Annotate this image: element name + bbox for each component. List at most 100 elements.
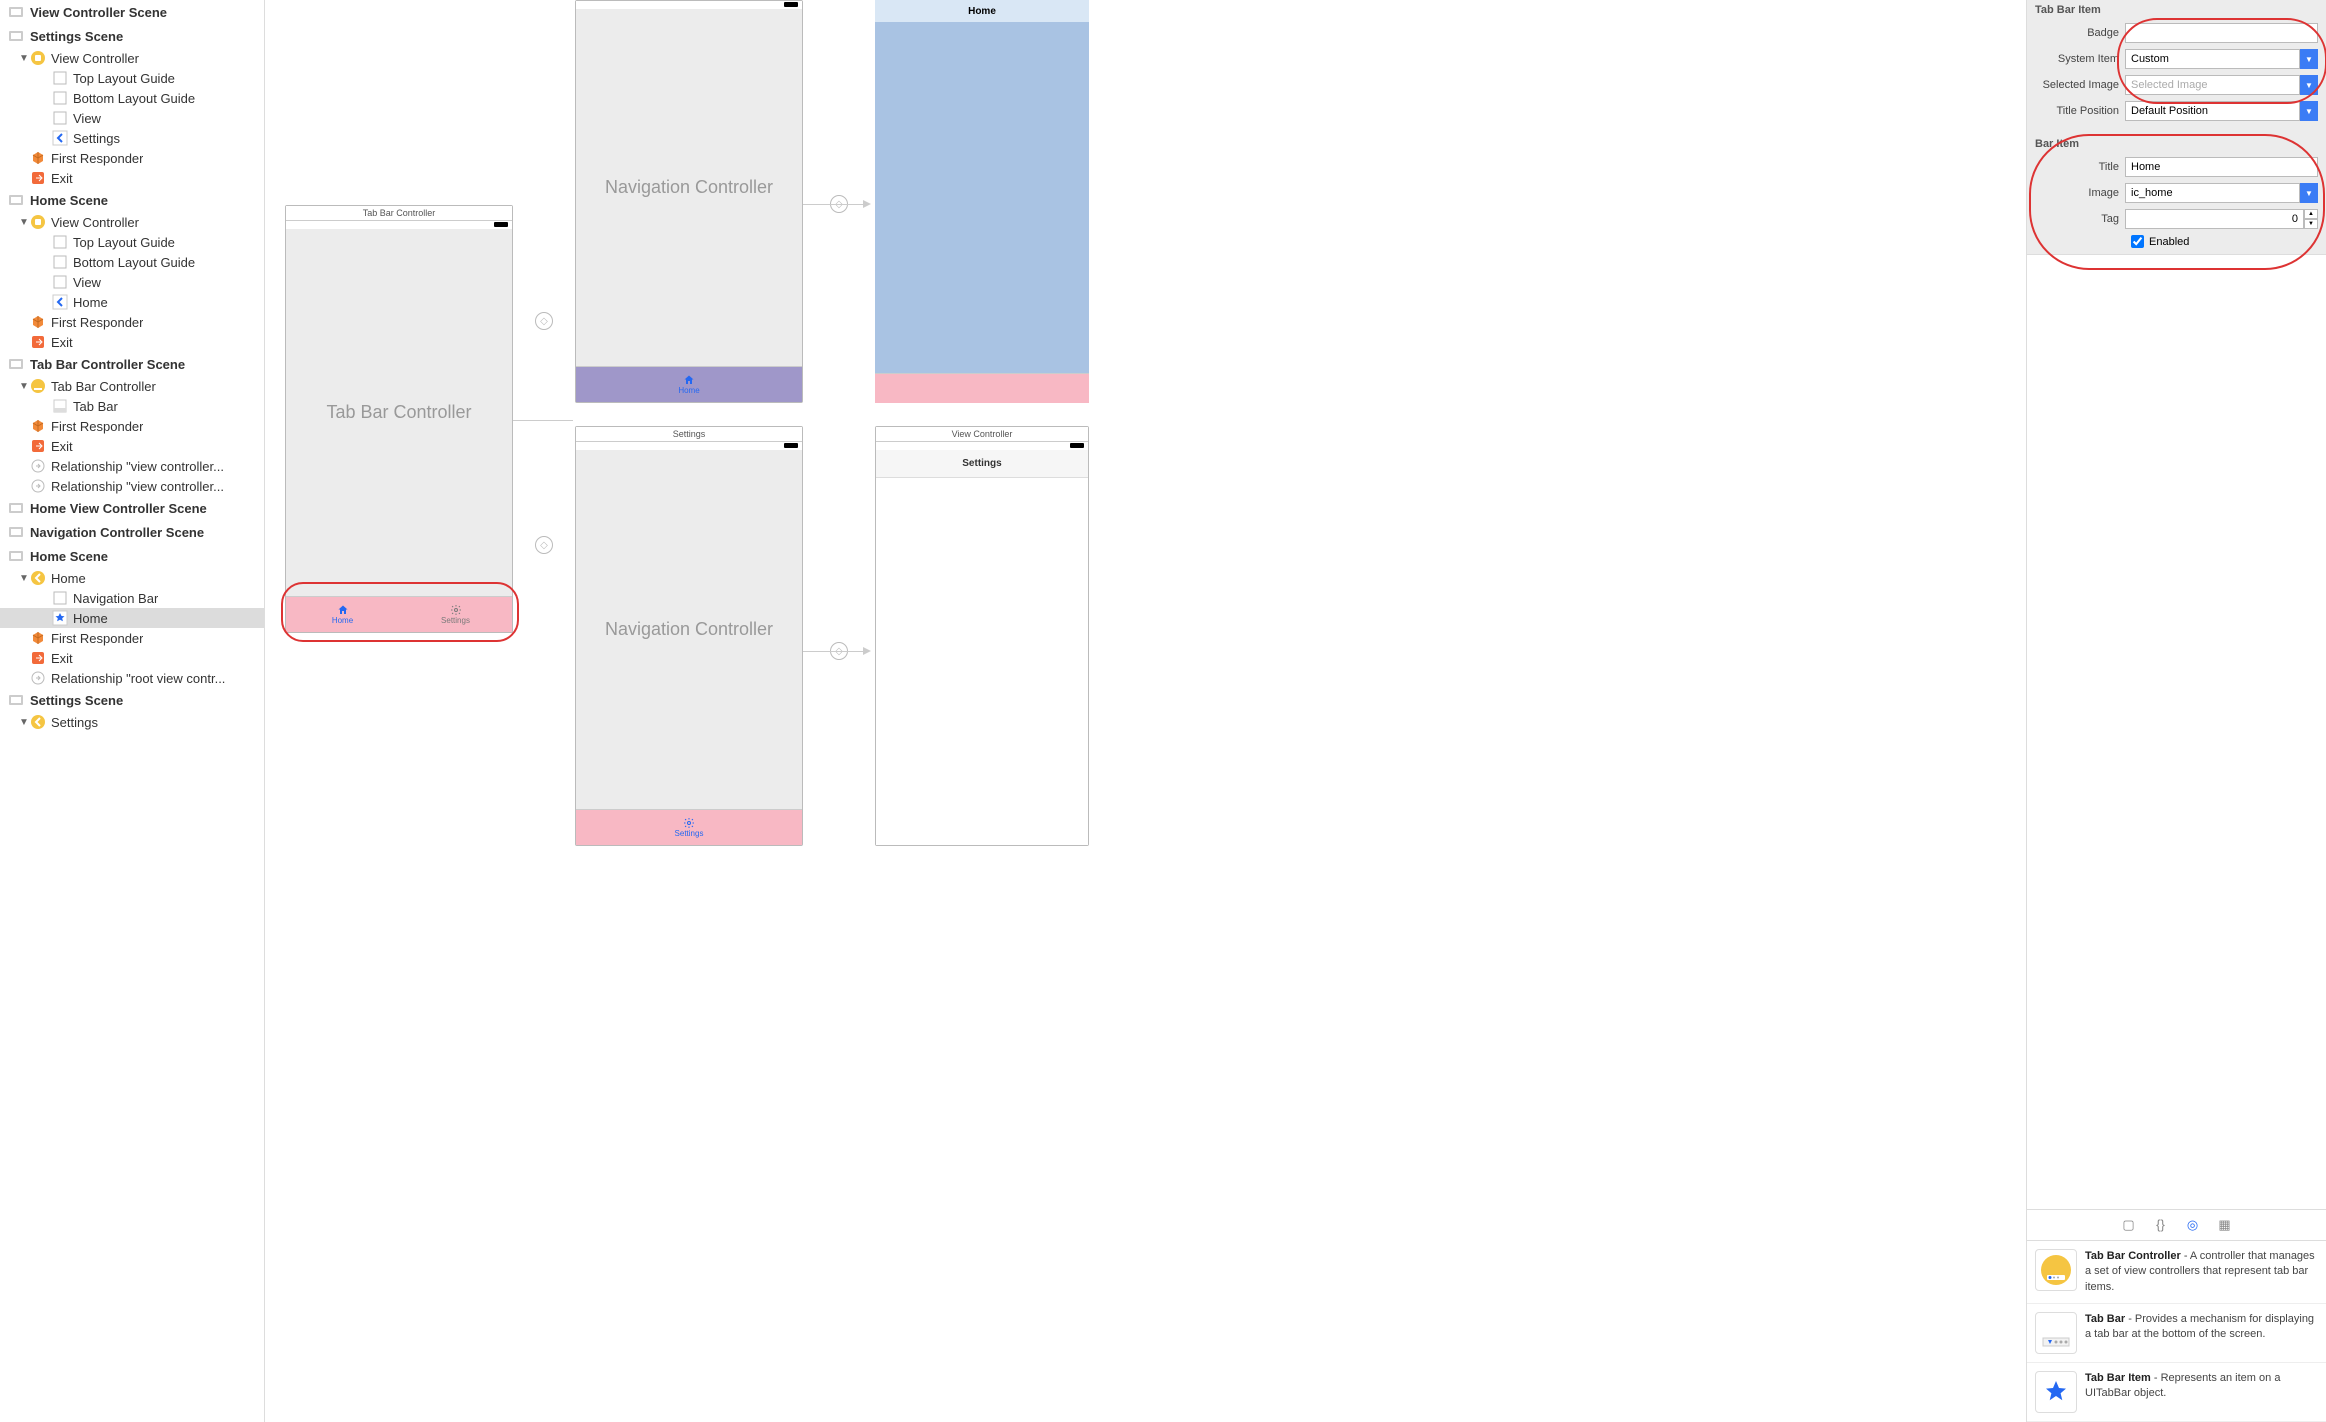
library-item[interactable]: Tab Bar Item - Represents an item on a U…: [2027, 1363, 2326, 1422]
outline-item-label: First Responder: [51, 315, 143, 330]
outline-item[interactable]: Exit: [0, 648, 264, 668]
library-item-icon: [2035, 1371, 2077, 1413]
scene-nav-controller-home[interactable]: Navigation Controller Home: [575, 0, 803, 403]
selected-image-select[interactable]: [2125, 75, 2300, 95]
badge-input[interactable]: [2125, 23, 2318, 43]
outline-item[interactable]: Navigation Bar: [0, 588, 264, 608]
tab-settings[interactable]: Settings: [399, 597, 512, 632]
outline-item[interactable]: Relationship "view controller...: [0, 476, 264, 496]
outline-item[interactable]: Exit: [0, 332, 264, 352]
segue-icon: [30, 478, 46, 494]
outline-item[interactable]: First Responder: [0, 148, 264, 168]
section-title-baritem: Bar Item: [2027, 134, 2326, 154]
scene-header[interactable]: View Controller Scene: [0, 0, 264, 24]
dropdown-arrow-icon[interactable]: ▼: [2300, 101, 2318, 121]
library-item[interactable]: Tab Bar Controller - A controller that m…: [2027, 1241, 2326, 1304]
section-title-tabbaritem: Tab Bar Item: [2027, 0, 2326, 20]
disclosure-triangle-icon[interactable]: ▼: [18, 381, 30, 392]
outline-item[interactable]: Top Layout Guide: [0, 232, 264, 252]
outline-item[interactable]: ▼View Controller: [0, 212, 264, 232]
outline-item[interactable]: Exit: [0, 436, 264, 456]
scene-header[interactable]: Home View Controller Scene: [0, 496, 264, 520]
scene-view-controller[interactable]: View Controller Settings: [875, 426, 1089, 846]
tag-label: Tag: [2035, 213, 2125, 225]
storyboard-canvas[interactable]: Tab Bar Controller Tab Bar Controller Ho…: [265, 0, 2026, 1422]
system-item-select[interactable]: [2125, 49, 2300, 69]
outline-item[interactable]: Tab Bar: [0, 396, 264, 416]
outline-item[interactable]: ▼View Controller: [0, 48, 264, 68]
outline-item[interactable]: Settings: [0, 128, 264, 148]
outline-item[interactable]: First Responder: [0, 628, 264, 648]
tab-home[interactable]: Home: [286, 597, 399, 632]
outline-item[interactable]: Home: [0, 608, 264, 628]
scene-title-label: Navigation Controller Scene: [30, 525, 204, 540]
disclosure-triangle-icon[interactable]: ▼: [18, 217, 30, 228]
library-tab-file-icon[interactable]: ▢: [2120, 1216, 2138, 1234]
library-item-icon: [2035, 1249, 2077, 1291]
scene-header[interactable]: Tab Bar Controller Scene: [0, 352, 264, 376]
tag-stepper[interactable]: ▲▼: [2304, 209, 2318, 229]
scene-home-vc[interactable]: Home: [875, 0, 1089, 403]
scene-nav-controller-settings[interactable]: Settings Navigation Controller Settings: [575, 426, 803, 846]
status-bar: [286, 221, 512, 229]
outline-item[interactable]: First Responder: [0, 312, 264, 332]
outline-item-label: Navigation Bar: [73, 591, 158, 606]
enabled-checkbox[interactable]: [2131, 235, 2144, 248]
scene-tabbar-controller[interactable]: Tab Bar Controller Tab Bar Controller Ho…: [285, 205, 513, 633]
scene-header[interactable]: Home Scene: [0, 544, 264, 568]
tab-bar[interactable]: Settings: [576, 809, 802, 845]
image-select[interactable]: [2125, 183, 2300, 203]
scene-header[interactable]: Home Scene: [0, 188, 264, 212]
scene-title: Settings: [576, 427, 802, 442]
outline-item[interactable]: View: [0, 108, 264, 128]
library-item[interactable]: Tab Bar - Provides a mechanism for displ…: [2027, 1304, 2326, 1363]
tab-label: Settings: [675, 829, 704, 838]
scene-title-label: View Controller Scene: [30, 5, 167, 20]
selected-image-label: Selected Image: [2035, 79, 2125, 91]
outline-item[interactable]: ▼Settings: [0, 712, 264, 732]
tab-home[interactable]: Home: [576, 367, 802, 402]
scene-icon: [8, 524, 24, 540]
tag-input[interactable]: [2125, 209, 2304, 229]
scene-icon: [8, 500, 24, 516]
outline-item[interactable]: View: [0, 272, 264, 292]
dropdown-arrow-icon[interactable]: ▼: [2300, 183, 2318, 203]
outline-item[interactable]: Bottom Layout Guide: [0, 88, 264, 108]
segue-icon[interactable]: ◇: [535, 312, 553, 330]
document-outline-panel[interactable]: View Controller SceneSettings Scene▼View…: [0, 0, 265, 1422]
library-tab-code-icon[interactable]: {}: [2152, 1216, 2170, 1234]
segue-icon[interactable]: ◇: [535, 536, 553, 554]
scene-header[interactable]: Navigation Controller Scene: [0, 520, 264, 544]
home-icon: [337, 604, 349, 616]
object-library[interactable]: Tab Bar Controller - A controller that m…: [2027, 1241, 2326, 1422]
title-input[interactable]: [2125, 157, 2318, 177]
library-tab-objects-icon[interactable]: ◎: [2184, 1216, 2202, 1234]
tab-bar[interactable]: Home: [576, 366, 802, 402]
outline-item[interactable]: ▼Tab Bar Controller: [0, 376, 264, 396]
tab-settings[interactable]: Settings: [576, 810, 802, 845]
tab-bar[interactable]: Home Settings: [286, 596, 512, 632]
outline-item-label: Exit: [51, 171, 73, 186]
scene-header[interactable]: Settings Scene: [0, 688, 264, 712]
nav-title: Settings: [962, 458, 1001, 469]
outline-item[interactable]: Exit: [0, 168, 264, 188]
outline-item[interactable]: First Responder: [0, 416, 264, 436]
dropdown-arrow-icon[interactable]: ▼: [2300, 49, 2318, 69]
disclosure-triangle-icon[interactable]: ▼: [18, 53, 30, 64]
outline-item[interactable]: Relationship "view controller...: [0, 456, 264, 476]
outline-item[interactable]: Bottom Layout Guide: [0, 252, 264, 272]
scene-placeholder-label: Navigation Controller: [576, 450, 802, 809]
outline-item[interactable]: Relationship "root view contr...: [0, 668, 264, 688]
disclosure-triangle-icon[interactable]: ▼: [18, 573, 30, 584]
status-bar: [576, 442, 802, 450]
title-position-select[interactable]: [2125, 101, 2300, 121]
dropdown-arrow-icon[interactable]: ▼: [2300, 75, 2318, 95]
outline-item[interactable]: Top Layout Guide: [0, 68, 264, 88]
outline-item[interactable]: ▼ Home: [0, 568, 264, 588]
outline-item-label: Home: [51, 571, 86, 586]
outline-item[interactable]: Home: [0, 292, 264, 312]
exit-icon: [30, 334, 46, 350]
scene-header[interactable]: Settings Scene: [0, 24, 264, 48]
disclosure-triangle-icon[interactable]: ▼: [18, 717, 30, 728]
library-tab-media-icon[interactable]: ▦: [2216, 1216, 2234, 1234]
